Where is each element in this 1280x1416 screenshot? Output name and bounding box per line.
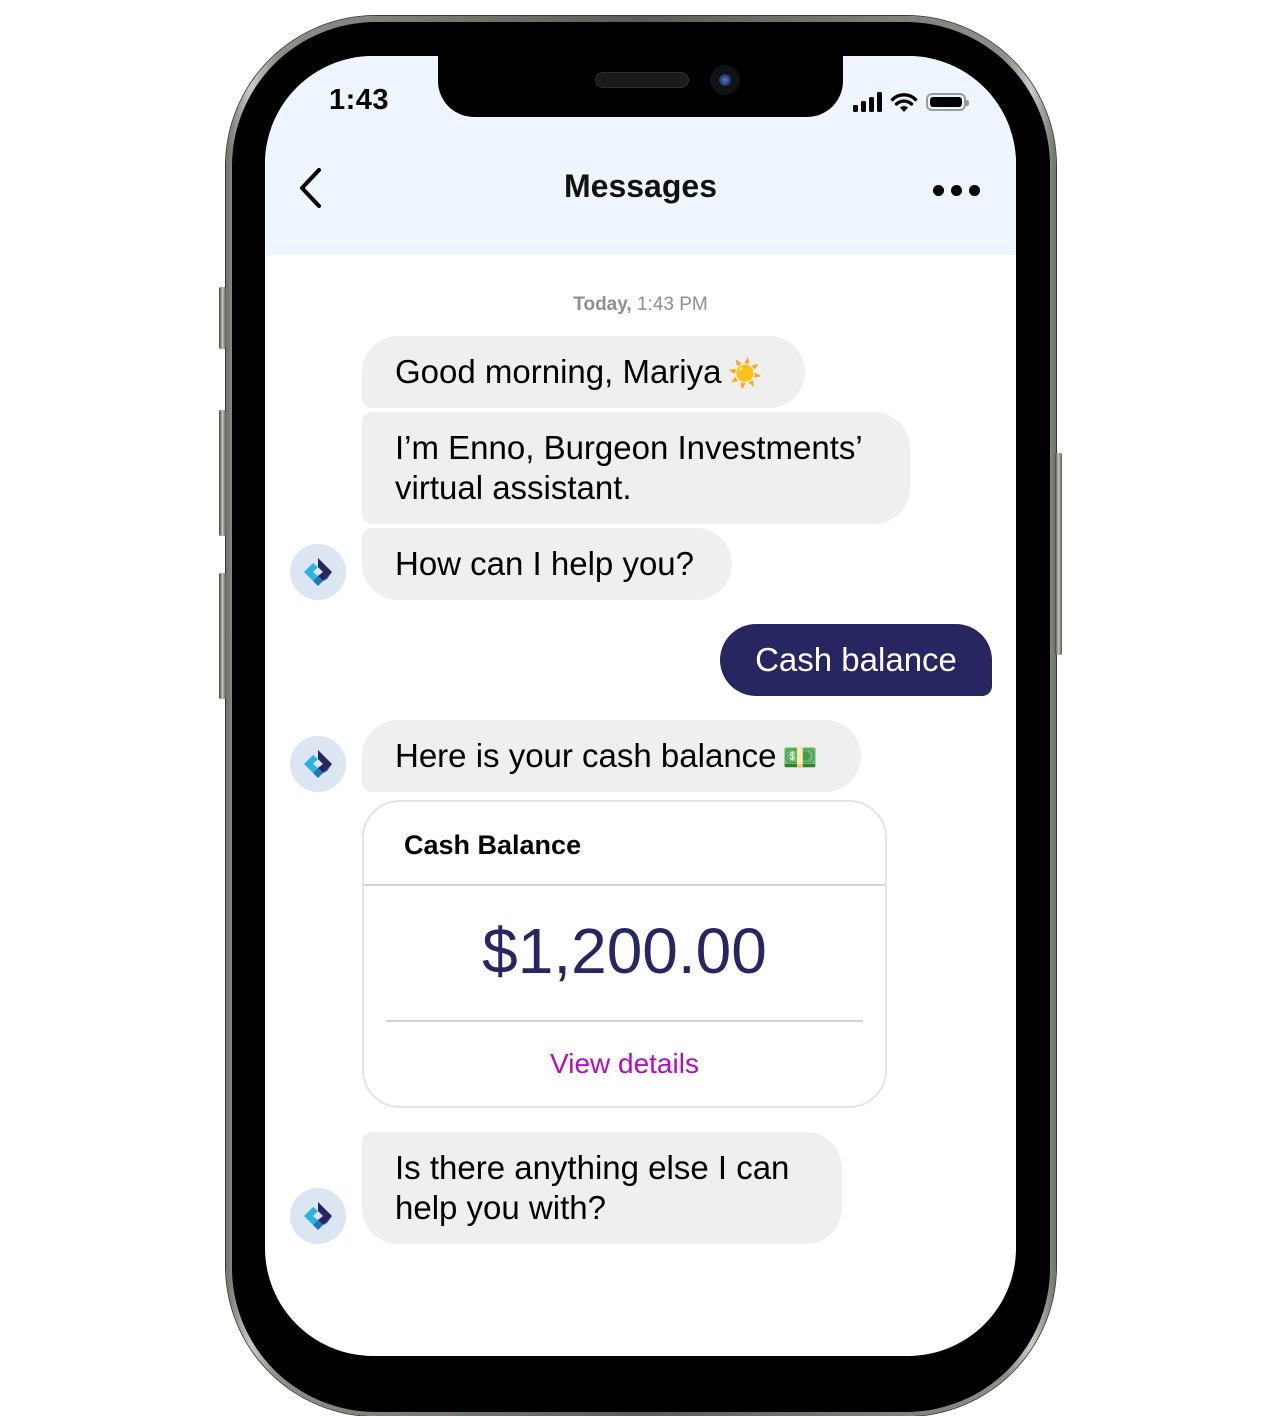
page-title: Messages bbox=[564, 168, 717, 204]
assistant-logo-icon bbox=[304, 558, 332, 586]
wifi-icon bbox=[890, 93, 918, 112]
balance-amount: $1,200.00 bbox=[482, 915, 767, 987]
volume-up-button bbox=[219, 410, 226, 536]
bot-message: How can I help you? bbox=[362, 528, 732, 600]
money-emoji-icon: 💵 bbox=[782, 742, 818, 773]
timestamp-day: Today, bbox=[573, 294, 632, 315]
notch bbox=[438, 56, 843, 117]
assistant-logo-icon bbox=[304, 1202, 332, 1230]
bot-message: I’m Enno, Burgeon Investments’ virtual a… bbox=[362, 412, 910, 524]
power-button bbox=[1055, 453, 1062, 655]
status-icons bbox=[853, 90, 969, 114]
cellular-signal-icon bbox=[853, 92, 882, 112]
card-divider bbox=[386, 1020, 863, 1022]
more-options-button[interactable] bbox=[933, 178, 987, 202]
silent-switch bbox=[219, 287, 226, 349]
sun-emoji-icon: ☀️ bbox=[727, 358, 763, 389]
ellipsis-icon bbox=[933, 184, 944, 196]
bot-avatar bbox=[290, 736, 346, 792]
view-details-link[interactable]: View details bbox=[364, 1048, 885, 1080]
card-title: Cash Balance bbox=[404, 830, 582, 860]
volume-down-button bbox=[219, 573, 226, 699]
front-camera bbox=[710, 65, 740, 95]
status-time: 1:43 bbox=[329, 84, 390, 116]
assistant-logo-icon bbox=[304, 750, 332, 778]
battery-icon bbox=[926, 93, 969, 111]
bot-avatar bbox=[290, 1188, 346, 1244]
card-divider bbox=[364, 884, 885, 886]
conversation-timestamp: Today, 1:43 PM bbox=[265, 294, 1016, 316]
phone-screen: 1:43 Messages Today, 1:43 PM Good mornin… bbox=[265, 56, 1016, 1356]
bot-avatar bbox=[290, 544, 346, 600]
timestamp-time: 1:43 PM bbox=[636, 294, 708, 315]
user-message: Cash balance bbox=[720, 624, 992, 696]
bot-message: Is there anything else I can help you wi… bbox=[362, 1132, 842, 1244]
bot-message: Good morning, Mariya ☀️ bbox=[362, 336, 805, 408]
speaker-grille bbox=[595, 72, 689, 88]
bot-message: Here is your cash balance 💵 bbox=[362, 720, 861, 792]
cash-balance-card: Cash Balance $1,200.00 View details bbox=[362, 800, 887, 1108]
